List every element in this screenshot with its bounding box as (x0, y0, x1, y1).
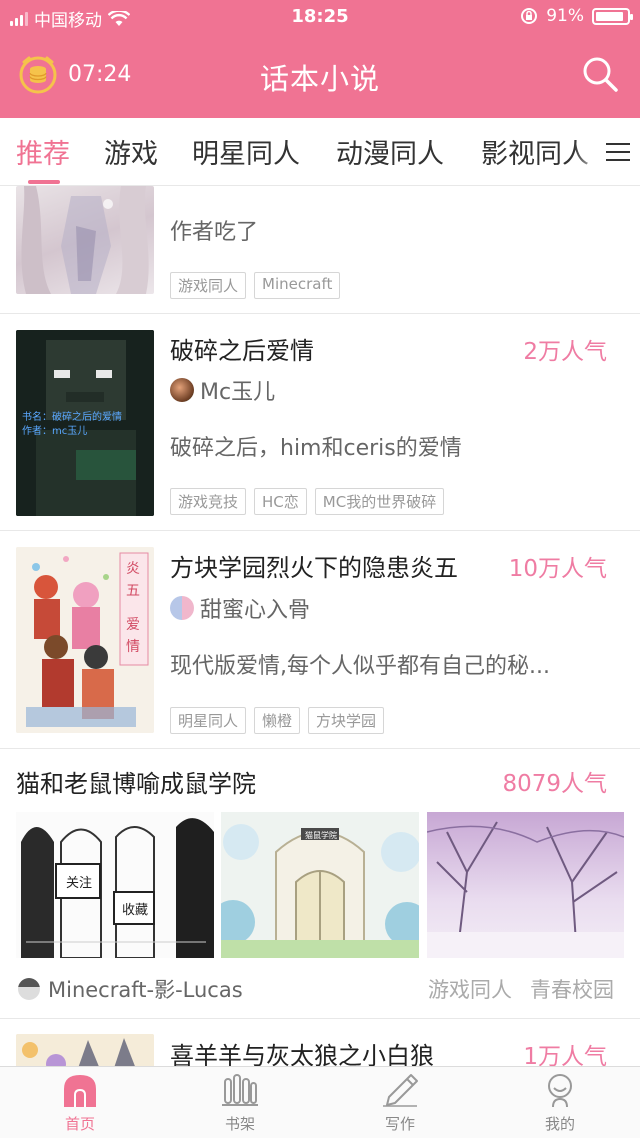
winter-trees-illustration (427, 812, 624, 958)
story-tag[interactable]: 方块学园 (308, 707, 385, 734)
author-name: Mc玉儿 (200, 380, 276, 405)
bookshelf-icon (222, 1074, 258, 1106)
story-title[interactable]: 猫和老鼠博喻成鼠学院 (16, 764, 256, 799)
story-tag[interactable]: MC我的世界破碎 (314, 488, 445, 515)
story-author[interactable]: 甜蜜心入骨 (170, 592, 310, 624)
story-tags: 游戏同人 Minecraft (170, 272, 341, 299)
tab-film-fanfic[interactable]: 影视同人 (481, 132, 589, 171)
profile-icon (548, 1074, 572, 1107)
story-image-winter[interactable] (427, 812, 624, 958)
author-name: Minecraft-影-Lucas (48, 978, 243, 1002)
menu-icon[interactable] (606, 138, 632, 164)
story-description: 现代版爱情,每个人似乎都有自己的秘... (170, 654, 550, 679)
tabs-fade (574, 118, 604, 184)
story-tag[interactable]: HC恋 (254, 488, 307, 515)
nav-write[interactable]: 写作 (360, 1073, 440, 1134)
story-tags: 明星同人 懒橙 方块学园 (170, 707, 385, 734)
story-cover-image[interactable] (16, 1034, 154, 1066)
story-popularity: 8079人气 (502, 771, 607, 797)
sign-text: 收藏 (122, 903, 148, 918)
story-title[interactable]: 喜羊羊与灰太狼之小白狼 (170, 1036, 434, 1066)
story-author[interactable]: Minecraft-影-Lucas (18, 974, 243, 1004)
battery-percent: 91% (546, 6, 584, 26)
story-author[interactable]: Mc玉儿 (170, 374, 275, 406)
status-right: 91% (520, 6, 633, 26)
divider (0, 313, 640, 314)
battery-icon (592, 7, 633, 25)
author-name: 甜蜜心入骨 (200, 598, 311, 623)
tab-games[interactable]: 游戏 (104, 132, 158, 171)
search-icon[interactable] (580, 54, 620, 94)
story-description: 破碎之后，him和ceris的爱情 (170, 436, 462, 461)
story-tags: 游戏竞技 HC恋 MC我的世界破碎 (170, 488, 445, 515)
cover-text-line: 作者：mc玉儿 (22, 425, 87, 437)
gate-sign-text: 猫鼠学院 (305, 830, 337, 840)
school-gate-illustration: 猫鼠学院 (221, 812, 419, 958)
nav-bookshelf[interactable]: 书架 (200, 1073, 280, 1134)
story-tags: 游戏同人 青春校园 (428, 974, 614, 1004)
divider (0, 748, 640, 749)
svg-text:炎: 炎 (126, 561, 140, 577)
story-tag[interactable]: 青春校园 (530, 974, 614, 1004)
story-tag[interactable]: Minecraft (254, 272, 341, 299)
divider (0, 530, 640, 531)
story-cover-image[interactable]: 书名：破碎之后的爱情 作者：mc玉儿 (16, 330, 154, 516)
story-description: 作者吃了 (170, 220, 259, 245)
story-popularity: 1万人气 (523, 1044, 607, 1066)
home-icon (64, 1075, 96, 1107)
status-bar: 中国移动 18:25 91% (0, 0, 640, 34)
cartoon-wolf-illustration (16, 1034, 154, 1066)
app-title: 话本小说 (259, 62, 380, 96)
divider (0, 1018, 640, 1019)
tab-recommend[interactable]: 推荐 (16, 132, 70, 171)
author-avatar (170, 596, 194, 620)
author-avatar (18, 978, 40, 1000)
story-title[interactable]: 破碎之后爱情 (170, 331, 314, 366)
bottom-navigation: 首页 书架 写作 我的 (0, 1066, 640, 1138)
story-tag[interactable]: 游戏同人 (428, 974, 512, 1004)
story-title[interactable]: 方块学园烈火下的隐患炎五 (170, 548, 458, 583)
nav-home[interactable]: 首页 (40, 1073, 120, 1134)
app-header: 07:24 话本小说 (0, 34, 640, 118)
rotation-lock-icon (521, 8, 538, 24)
nav-label: 书架 (224, 1115, 255, 1133)
author-avatar (170, 378, 194, 402)
story-popularity: 2万人气 (523, 339, 607, 365)
anime-group-illustration: 炎 五 爱 情 (16, 547, 154, 733)
story-popularity: 10万人气 (508, 556, 607, 582)
story-tag[interactable]: 明星同人 (170, 707, 247, 734)
story-cover-image[interactable]: 炎 五 爱 情 (16, 547, 154, 733)
active-tab-indicator (28, 180, 60, 184)
nav-label: 首页 (64, 1115, 95, 1133)
story-cover-image[interactable] (16, 186, 154, 294)
story-feed[interactable]: 作者吃了 游戏同人 Minecraft 书名：破碎之后的爱情 作者：mc玉儿 破… (0, 186, 640, 1066)
category-tabs: 推荐 游戏 明星同人 动漫同人 影视同人 (0, 118, 640, 186)
story-tag[interactable]: 游戏竞技 (170, 488, 247, 515)
story-tag[interactable]: 懒橙 (254, 707, 301, 734)
nav-label: 写作 (384, 1115, 415, 1133)
story-image-gate[interactable]: 猫鼠学院 (221, 812, 419, 958)
tab-star-fanfic[interactable]: 明星同人 (192, 132, 300, 171)
cover-text-line: 书名：破碎之后的爱情 (22, 410, 122, 423)
anime-girl-illustration (21, 186, 149, 294)
svg-text:爱: 爱 (126, 617, 140, 633)
nav-profile[interactable]: 我的 (520, 1073, 600, 1134)
svg-text:五: 五 (126, 583, 140, 599)
app-screen: 中国移动 18:25 91% 07:24 话本小说 推荐 游戏 明星同人 动漫同… (0, 0, 640, 1138)
manga-characters-illustration: 关注 收藏 (16, 812, 214, 958)
tab-anime-fanfic[interactable]: 动漫同人 (336, 132, 444, 171)
story-image-manga[interactable]: 关注 收藏 (16, 812, 214, 958)
svg-text:情: 情 (126, 639, 140, 655)
nav-label: 我的 (544, 1115, 575, 1133)
pen-icon (383, 1074, 418, 1107)
minecraft-cover-illustration: 书名：破碎之后的爱情 作者：mc玉儿 (16, 330, 154, 516)
sign-text: 关注 (66, 876, 92, 891)
story-tag[interactable]: 游戏同人 (170, 272, 247, 299)
